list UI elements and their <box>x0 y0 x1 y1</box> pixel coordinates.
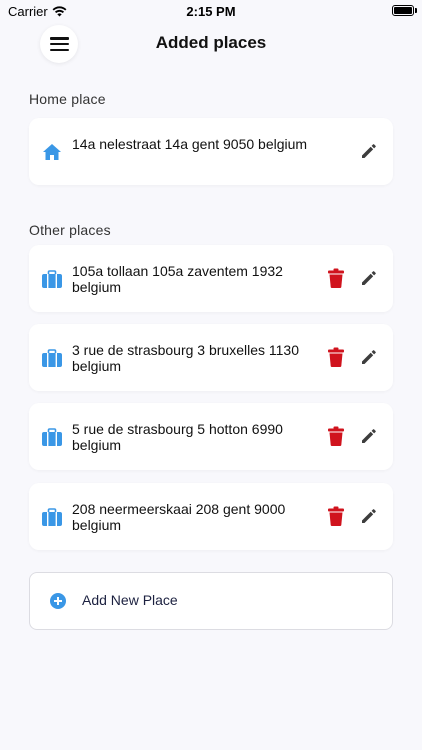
battery-icon <box>392 5 414 16</box>
edit-icon[interactable] <box>359 141 379 161</box>
home-place-address: 14a nelestraat 14a gent 9050 belgium <box>72 136 308 152</box>
place-address: 105a tollaan 105a zaventem 1932 belgium <box>72 263 283 295</box>
trash-icon[interactable] <box>326 425 346 447</box>
place-card[interactable]: 5 rue de strasbourg 5 hotton 6990 belgiu… <box>29 403 393 470</box>
briefcase-icon <box>42 349 62 367</box>
trash-icon[interactable] <box>326 346 346 368</box>
battery-tip <box>415 8 417 13</box>
other-section-label: Other places <box>29 222 111 238</box>
home-place-card[interactable]: 14a nelestraat 14a gent 9050 belgium <box>29 118 393 185</box>
place-card[interactable]: 3 rue de strasbourg 3 bruxelles 1130 bel… <box>29 324 393 391</box>
edit-icon[interactable] <box>359 506 379 526</box>
status-time: 2:15 PM <box>186 4 236 19</box>
home-icon <box>43 144 61 160</box>
briefcase-icon <box>42 508 62 526</box>
add-new-place-label: Add New Place <box>82 592 178 608</box>
add-new-place-button[interactable]: Add New Place <box>29 572 393 630</box>
place-address: 3 rue de strasbourg 3 bruxelles 1130 bel… <box>72 342 299 374</box>
edit-icon[interactable] <box>359 268 379 288</box>
status-bar: Carrier 2:15 PM <box>0 0 422 22</box>
plus-circle-icon <box>50 593 66 609</box>
trash-icon[interactable] <box>326 267 346 289</box>
briefcase-icon <box>42 270 62 288</box>
trash-icon[interactable] <box>326 505 346 527</box>
place-address: 208 neermeerskaai 208 gent 9000 belgium <box>72 501 286 533</box>
briefcase-icon <box>42 428 62 446</box>
edit-icon[interactable] <box>359 347 379 367</box>
home-section-label: Home place <box>29 91 106 107</box>
page-title: Added places <box>155 33 267 52</box>
place-card[interactable]: 105a tollaan 105a zaventem 1932 belgium <box>29 245 393 312</box>
edit-icon[interactable] <box>359 426 379 446</box>
place-card[interactable]: 208 neermeerskaai 208 gent 9000 belgium <box>29 483 393 550</box>
place-address: 5 rue de strasbourg 5 hotton 6990 belgiu… <box>72 421 283 453</box>
